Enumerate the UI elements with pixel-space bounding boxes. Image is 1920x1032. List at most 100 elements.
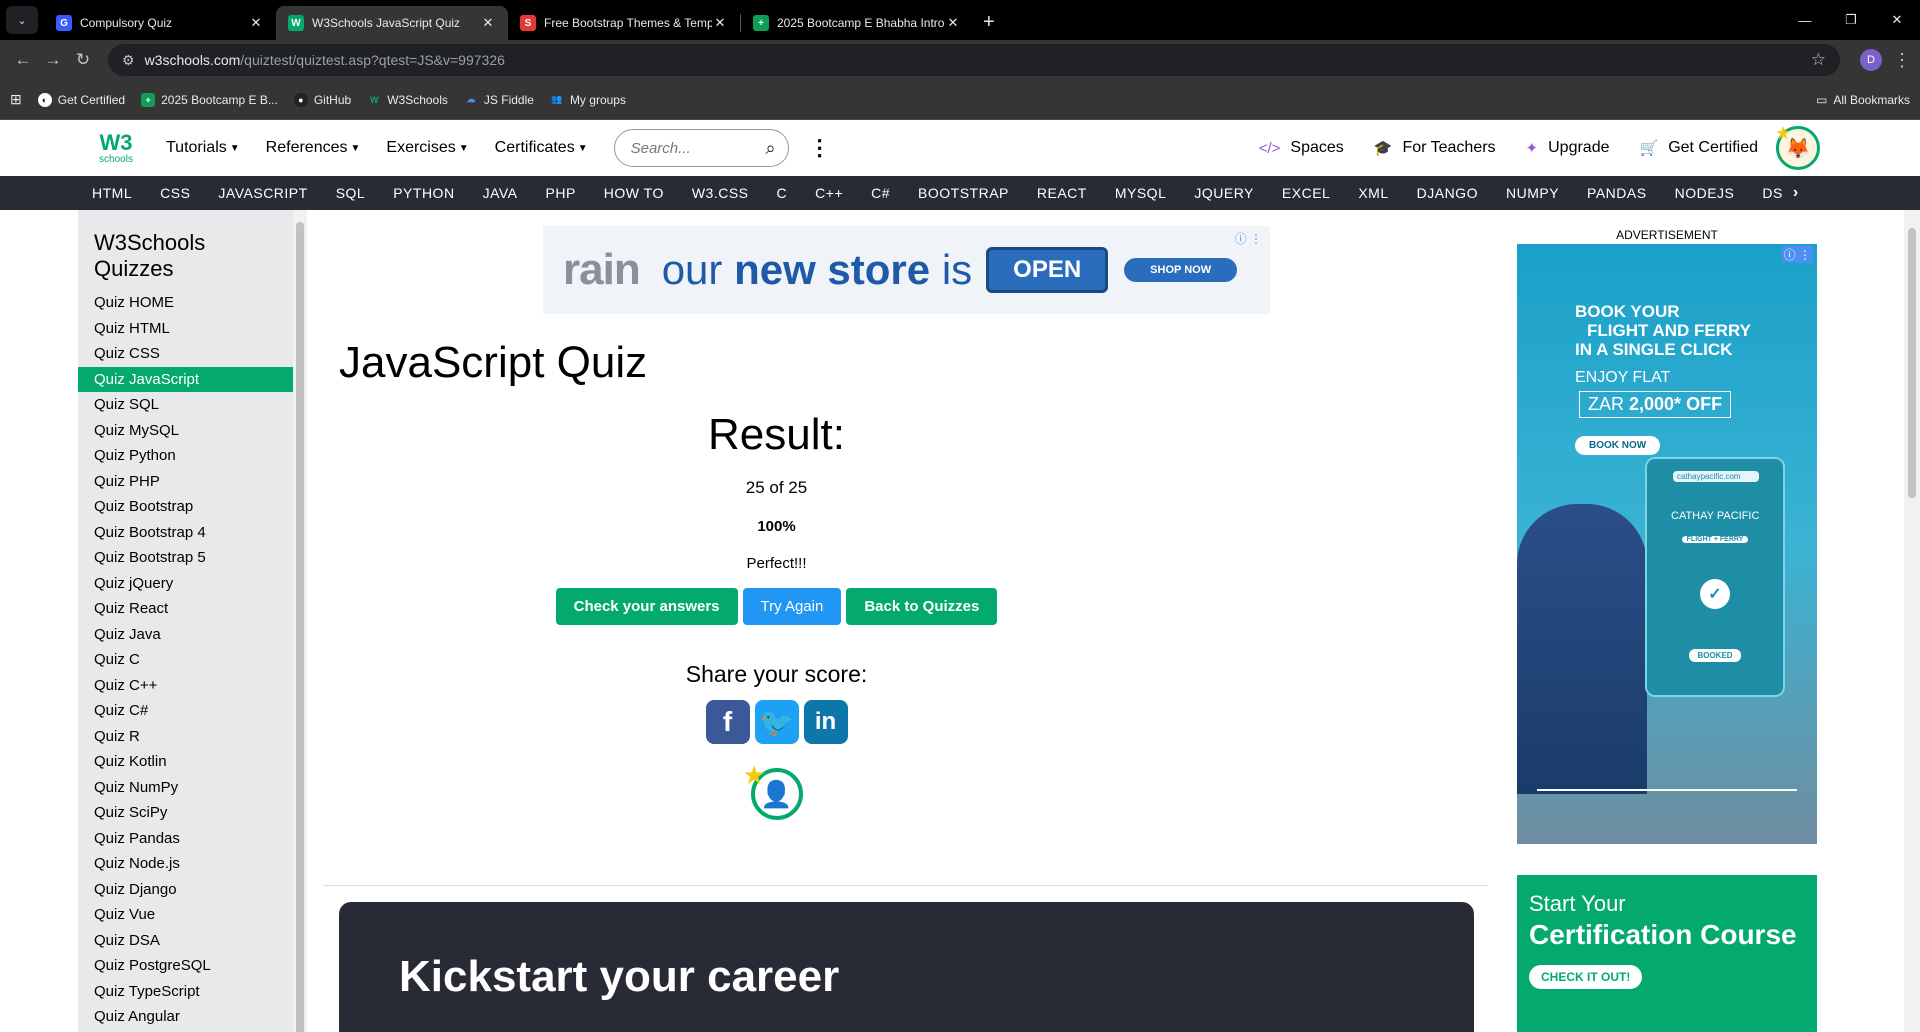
bookmark-w3schools[interactable]: W W3Schools bbox=[367, 93, 448, 107]
certification-ad[interactable]: Start Your Certification Course CHECK IT… bbox=[1517, 875, 1817, 1032]
try-again-button[interactable]: Try Again bbox=[742, 588, 842, 625]
nav-php[interactable]: PHP bbox=[546, 185, 576, 201]
tab-w3schools-quiz[interactable]: W W3Schools JavaScript Quiz ✕ bbox=[276, 6, 508, 40]
sidebar-item-quiz-pandas[interactable]: Quiz Pandas bbox=[78, 826, 293, 852]
nav-mysql[interactable]: MYSQL bbox=[1115, 185, 1167, 201]
spaces-link[interactable]: </> Spaces bbox=[1259, 139, 1344, 157]
all-bookmarks[interactable]: ▭ All Bookmarks bbox=[1816, 93, 1910, 107]
bookmark-star-icon[interactable]: ☆ bbox=[1811, 50, 1826, 70]
sidebar-item-quiz-jquery[interactable]: Quiz jQuery bbox=[78, 571, 293, 597]
tab-search-icon[interactable]: ⌄ bbox=[6, 6, 38, 34]
sidebar-item-quiz-react[interactable]: Quiz React bbox=[78, 596, 293, 622]
sidebar-item-quiz-scipy[interactable]: Quiz SciPy bbox=[78, 800, 293, 826]
search-icon[interactable]: ⌕ bbox=[766, 138, 776, 159]
back-icon[interactable]: ← bbox=[8, 50, 38, 70]
sidebar-item-quiz-r[interactable]: Quiz R bbox=[78, 724, 293, 750]
nav-pandas[interactable]: PANDAS bbox=[1587, 185, 1647, 201]
nav-react[interactable]: REACT bbox=[1037, 185, 1087, 201]
sidebar-item-quiz-java[interactable]: Quiz Java bbox=[78, 622, 293, 648]
close-icon[interactable]: ✕ bbox=[945, 15, 961, 31]
sidebar-item-quiz-sql[interactable]: Quiz SQL bbox=[78, 392, 293, 418]
bookmark-github[interactable]: ● GitHub bbox=[293, 92, 351, 107]
scroll-thumb[interactable] bbox=[1908, 228, 1916, 498]
nav-jquery[interactable]: JQUERY bbox=[1194, 185, 1254, 201]
sidebar-item-quiz-mysql[interactable]: Quiz MySQL bbox=[78, 418, 293, 444]
nav-csharp[interactable]: C# bbox=[871, 185, 890, 201]
nav-html[interactable]: HTML bbox=[92, 185, 132, 201]
nav-excel[interactable]: EXCEL bbox=[1282, 185, 1330, 201]
close-window-icon[interactable]: ✕ bbox=[1874, 0, 1920, 40]
sidebar-item-quiz-numpy[interactable]: Quiz NumPy bbox=[78, 775, 293, 801]
chevron-right-icon[interactable]: › bbox=[1793, 184, 1799, 202]
w3schools-logo[interactable]: W3 schools bbox=[96, 126, 136, 170]
nav-javascript[interactable]: JAVASCRIPT bbox=[218, 185, 307, 201]
menu-tutorials[interactable]: Tutorials ▼ bbox=[166, 139, 240, 157]
apps-icon[interactable]: ⊞ bbox=[10, 91, 22, 108]
sidebar-item-quiz-typescript[interactable]: Quiz TypeScript bbox=[78, 979, 293, 1005]
nav-howto[interactable]: HOW TO bbox=[604, 185, 664, 201]
nav-nodejs[interactable]: NODEJS bbox=[1675, 185, 1735, 201]
nav-python[interactable]: PYTHON bbox=[393, 185, 454, 201]
sidebar-item-quiz-angular[interactable]: Quiz Angular bbox=[78, 1004, 293, 1030]
sidebar-item-quiz-python[interactable]: Quiz Python bbox=[78, 443, 293, 469]
sidebar-item-quiz-home[interactable]: Quiz HOME bbox=[78, 290, 293, 316]
more-menu-icon[interactable]: ⋮ bbox=[809, 135, 831, 161]
tab-bootcamp[interactable]: + 2025 Bootcamp E Bhabha Intro ✕ bbox=[741, 6, 973, 40]
nav-numpy[interactable]: NUMPY bbox=[1506, 185, 1559, 201]
close-icon[interactable]: ✕ bbox=[480, 15, 496, 31]
profile-avatar[interactable]: D bbox=[1860, 49, 1882, 71]
menu-certificates[interactable]: Certificates ▼ bbox=[495, 139, 588, 157]
nav-cpp[interactable]: C++ bbox=[815, 185, 843, 201]
sidebar-item-quiz-c[interactable]: Quiz C++ bbox=[78, 673, 293, 699]
search-input[interactable]: Search... ⌕ bbox=[613, 129, 789, 167]
close-icon[interactable]: ✕ bbox=[712, 15, 728, 31]
reload-icon[interactable]: ↻ bbox=[68, 50, 98, 70]
url-input[interactable]: ⚙ w3schools.com/quiztest/quiztest.asp?qt… bbox=[108, 44, 1840, 76]
check-it-out-button[interactable]: CHECK IT OUT! bbox=[1529, 965, 1643, 989]
profile-badge-icon[interactable]: ★ 👤 bbox=[743, 760, 803, 820]
bookmark-get-certified[interactable]: ◐ Get Certified bbox=[37, 92, 125, 107]
site-info-icon[interactable]: ⚙ bbox=[122, 52, 135, 69]
side-ad[interactable]: ⓘ ⋮ BOOK YOUR FLIGHT AND FERRY IN A SINGLE… bbox=[1517, 244, 1817, 844]
sidebar-item-quiz-c[interactable]: Quiz C# bbox=[78, 698, 293, 724]
menu-references[interactable]: References ▼ bbox=[266, 139, 361, 157]
scroll-thumb[interactable] bbox=[296, 222, 304, 1032]
sidebar-item-quiz-vue[interactable]: Quiz Vue bbox=[78, 902, 293, 928]
back-to-quizzes-button[interactable]: Back to Quizzes bbox=[846, 588, 998, 625]
nav-css[interactable]: CSS bbox=[160, 185, 190, 201]
sidebar-item-quiz-css[interactable]: Quiz CSS bbox=[78, 341, 293, 367]
sidebar-item-quiz-bootstrap[interactable]: Quiz Bootstrap bbox=[78, 494, 293, 520]
sidebar-item-quiz-php[interactable]: Quiz PHP bbox=[78, 469, 293, 495]
sidebar-item-quiz-django[interactable]: Quiz Django bbox=[78, 877, 293, 903]
sidebar-scrollbar[interactable] bbox=[293, 210, 307, 1032]
for-teachers-link[interactable]: 🎓 For Teachers bbox=[1374, 139, 1496, 157]
sidebar-item-quiz-dsa[interactable]: Quiz DSA bbox=[78, 928, 293, 954]
linkedin-icon[interactable]: in bbox=[803, 700, 848, 744]
nav-bootstrap[interactable]: BOOTSTRAP bbox=[918, 185, 1009, 201]
facebook-icon[interactable]: f bbox=[705, 700, 750, 744]
tab-bootstrap-themes[interactable]: S Free Bootstrap Themes & Temp ✕ bbox=[508, 6, 740, 40]
nav-sql[interactable]: SQL bbox=[336, 185, 366, 201]
twitter-icon[interactable]: 🐦 bbox=[754, 700, 799, 744]
sidebar-item-quiz-bootstrap-4[interactable]: Quiz Bootstrap 4 bbox=[78, 520, 293, 546]
nav-c[interactable]: C bbox=[777, 185, 788, 201]
ad-info-icon[interactable]: ⓘ ⋮ bbox=[1235, 230, 1262, 247]
user-avatar[interactable]: ★ 🦊 bbox=[1775, 123, 1820, 170]
sidebar-item-quiz-kotlin[interactable]: Quiz Kotlin bbox=[78, 749, 293, 775]
nav-ds[interactable]: DS bbox=[1762, 185, 1782, 201]
menu-exercises[interactable]: Exercises ▼ bbox=[386, 139, 468, 157]
get-certified-link[interactable]: 🛒 Get Certified bbox=[1640, 139, 1759, 157]
sidebar-item-quiz-c[interactable]: Quiz C bbox=[78, 647, 293, 673]
nav-java[interactable]: JAVA bbox=[483, 185, 518, 201]
browser-menu-icon[interactable]: ⋮ bbox=[1892, 50, 1912, 71]
new-tab-icon[interactable]: + bbox=[983, 11, 995, 34]
check-answers-button[interactable]: Check your answers bbox=[555, 588, 738, 625]
close-icon[interactable]: ✕ bbox=[248, 15, 264, 31]
page-scrollbar[interactable] bbox=[1904, 210, 1920, 1032]
bookmark-jsfiddle[interactable]: ☁ JS Fiddle bbox=[464, 93, 534, 107]
ad-info-icon[interactable]: ⓘ ⋮ bbox=[1781, 246, 1813, 263]
nav-xml[interactable]: XML bbox=[1358, 185, 1388, 201]
nav-django[interactable]: DJANGO bbox=[1417, 185, 1478, 201]
sidebar-item-quiz-javascript[interactable]: Quiz JavaScript bbox=[78, 366, 293, 392]
nav-w3css[interactable]: W3.CSS bbox=[692, 185, 749, 201]
